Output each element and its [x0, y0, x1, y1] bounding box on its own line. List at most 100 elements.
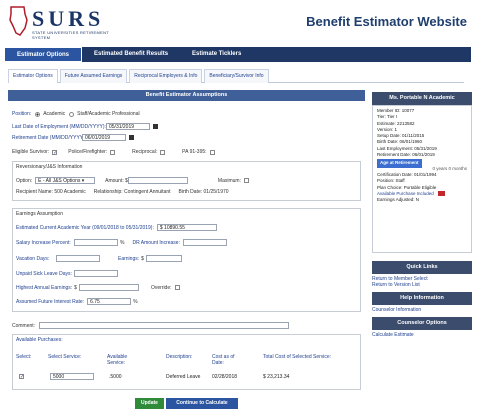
- nav-estimator-options[interactable]: Estimator Options: [4, 47, 83, 62]
- earnings-dollar: $: [141, 255, 144, 262]
- current-year-row: Estimated Current Academic Year (09/01/2…: [16, 224, 217, 231]
- eligible-survivor-checkbox[interactable]: ✓: [52, 149, 57, 155]
- highest-annual-dollar: $: [74, 284, 77, 291]
- counselor-information-link[interactable]: Counselor Information: [372, 307, 472, 313]
- return-to-version-list-link[interactable]: Return to Version List: [372, 282, 472, 288]
- logo-subtitle: STATE UNIVERSITIES RETIREMENT SYSTEM: [32, 30, 109, 40]
- interest-rate-label: Assumed Future Interest Rate:: [16, 298, 85, 305]
- salary-row: Salary Increase Percent: % DR Amount Inc…: [16, 239, 227, 246]
- quick-links-title: Quick Links: [372, 261, 472, 274]
- col-description: Description:: [166, 354, 193, 360]
- relationship-label: Relationship: Contingent Annuitant: [93, 189, 171, 195]
- salary-increase-input[interactable]: [74, 239, 118, 246]
- calculate-estimate-link[interactable]: Calculate Estimate: [372, 332, 472, 338]
- option-row: Option: E - All J&S Options ▾ Amount: $ …: [16, 177, 252, 184]
- position-row: Position: Academic Staff/Academic Profes…: [12, 111, 140, 117]
- retirement-date-input[interactable]: 06/01/2019: [82, 134, 126, 141]
- update-button[interactable]: Update: [135, 398, 164, 409]
- continue-to-calculate-button[interactable]: Continue to Calculate: [166, 398, 238, 409]
- earnings-title: Earnings Assumption: [16, 211, 63, 217]
- pa-label: PA 91-395:: [182, 149, 207, 155]
- earnings-title-row: Earnings Assumption: [16, 211, 63, 217]
- col-select: Select:: [16, 354, 32, 360]
- calendar-icon[interactable]: [129, 135, 134, 140]
- member-retirement-date: Retirement Date: 06/01/2019: [377, 152, 435, 158]
- col-total-cost: Total Cost of Selected Service:: [263, 354, 332, 360]
- salary-percent: %: [120, 239, 125, 246]
- highest-annual-label: Highest Annual Earnings:: [16, 284, 73, 291]
- position-label: Position:: [12, 111, 32, 117]
- override-label: Override:: [150, 284, 172, 291]
- nav-estimated-benefit-results[interactable]: Estimated Benefit Results: [82, 47, 180, 62]
- reversionary-title: Reversionary/J&S Information: [16, 164, 83, 170]
- col-select-service: Select Service:: [48, 354, 82, 360]
- retirement-date-row: Retirement Date (MM/DD/YYYY): 06/01/2019: [12, 134, 134, 141]
- counselor-options-title: Counselor Options: [372, 317, 472, 330]
- vacation-label: Vacation Days:: [16, 255, 50, 262]
- amount-input[interactable]: [127, 177, 188, 184]
- col-cost-date: Cost as of Date:: [212, 354, 235, 366]
- tab-beneficiary-survivor[interactable]: Beneficiary/Survivor Info: [204, 69, 269, 83]
- position-staff-radio[interactable]: [69, 111, 75, 117]
- surs-logo[interactable]: SURS STATE UNIVERSITIES RETIREMENT SYSTE…: [8, 6, 128, 40]
- col-available-service: Available Service:: [107, 354, 128, 366]
- comment-label: Comment:: [12, 322, 36, 329]
- current-year-input[interactable]: $ 10890.55: [156, 224, 217, 231]
- tab-future-assumed-earnings[interactable]: Future Assumed Earnings: [59, 69, 128, 83]
- calendar-icon[interactable]: [153, 124, 158, 129]
- position-staff-label: Staff/Academic Professional: [77, 111, 140, 117]
- option-label: Option:: [16, 177, 33, 184]
- recipient-row: Recipient Name: 500 Academic Relationshi…: [16, 189, 229, 195]
- police-checkbox[interactable]: [110, 149, 116, 155]
- nav-estimate-ticklers[interactable]: Estimate Ticklers: [180, 47, 253, 62]
- main-nav: Estimator Options Estimated Benefit Resu…: [4, 47, 471, 62]
- interest-rate-input[interactable]: 6.75: [87, 298, 132, 305]
- purchases-title: Available Purchases:: [16, 337, 63, 343]
- current-year-label: Estimated Current Academic Year (09/01/2…: [16, 224, 154, 231]
- last-employment-input[interactable]: 05/31/2019: [106, 123, 150, 130]
- tab-reciprocal-employers[interactable]: Reciprocal Employers & Info: [129, 69, 203, 83]
- earnings-label: Earnings:: [118, 255, 140, 262]
- age-at-retirement-button[interactable]: Age at Retirement: [377, 159, 422, 168]
- amount-label: Amount: $: [105, 177, 128, 184]
- position-academic-radio[interactable]: [35, 111, 41, 117]
- quick-links-list: Return to Member Select Return to Versio…: [372, 274, 472, 288]
- purchases-group: [12, 334, 361, 390]
- dr-amount-input[interactable]: [182, 239, 227, 246]
- comment-row: Comment:: [12, 322, 290, 329]
- member-title: Ms. Portable N Academic: [372, 92, 472, 105]
- maximum-checkbox[interactable]: [243, 178, 249, 183]
- purchase-service-input[interactable]: 5000: [50, 373, 94, 380]
- sidebar: Ms. Portable N Academic Member ID: 10077…: [372, 92, 472, 338]
- recipient-label: Recipient Name: 500 Academic: [16, 189, 86, 195]
- highest-annual-row: Highest Annual Earnings: $ Override:: [16, 284, 183, 291]
- maximum-label: Maximum:: [217, 177, 241, 184]
- eligible-survivor-label: Eligible Survivor:: [12, 149, 50, 155]
- eligibility-row: Eligible Survivor: ✓ Police/Firefighter:…: [12, 149, 218, 155]
- option-select[interactable]: E - All J&S Options ▾: [35, 177, 96, 184]
- vacation-input[interactable]: [56, 255, 100, 262]
- pa-checkbox[interactable]: [209, 149, 215, 155]
- override-checkbox[interactable]: [174, 285, 180, 290]
- unpaid-sick-row: Unpaid Sick Leave Days:: [16, 270, 118, 277]
- purchase-date: 02/28/2018: [212, 374, 238, 380]
- tab-estimator-options[interactable]: Estimator Options: [8, 69, 58, 83]
- earnings-input[interactable]: [145, 255, 182, 262]
- purchase-total: $ 23,213.34: [263, 374, 290, 380]
- comment-input[interactable]: [39, 322, 290, 329]
- purchase-description: Deferred Leave: [166, 374, 201, 380]
- available-purchase-label: Available Purchase Included: [377, 190, 434, 196]
- unpaid-sick-input[interactable]: [74, 270, 118, 277]
- help-title: Help Information: [372, 292, 472, 305]
- counselor-links-list: Calculate Estimate: [372, 330, 472, 338]
- highest-annual-input[interactable]: [78, 284, 139, 291]
- unpaid-sick-label: Unpaid Sick Leave Days:: [16, 270, 72, 277]
- member-info-box: Member ID: 10077 Tier: Tier I Estimate: …: [372, 105, 472, 253]
- purchase-row-checkbox[interactable]: ✓: [19, 374, 24, 380]
- logo-text: SURS: [32, 6, 105, 31]
- reciprocal-checkbox[interactable]: [160, 149, 166, 155]
- reciprocal-label: Reciprocal:: [132, 149, 158, 155]
- alert-icon: [437, 191, 445, 197]
- position-academic-label: Academic: [43, 111, 66, 117]
- retirement-date-label: Retirement Date (MM/DD/YYYY):: [12, 134, 87, 141]
